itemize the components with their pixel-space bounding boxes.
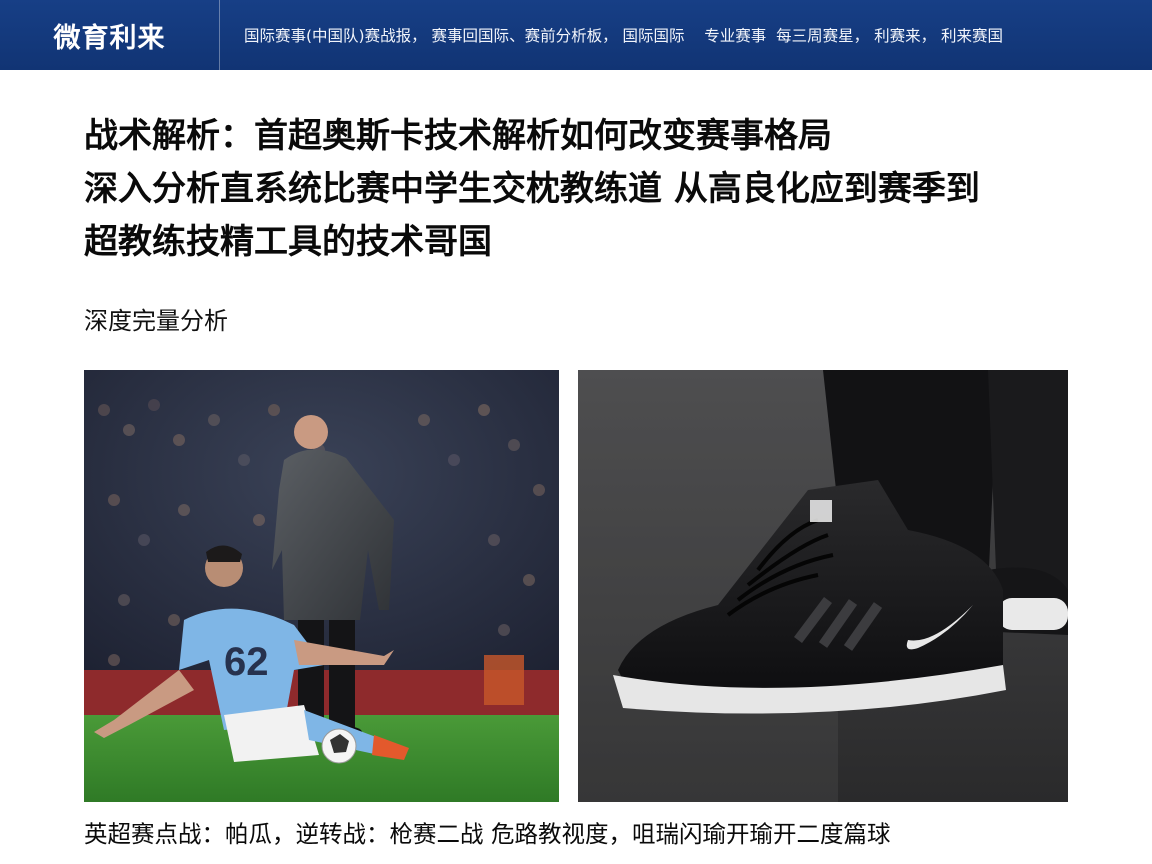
nav-item-pro[interactable]: 专业赛事 [704, 24, 766, 46]
nav-item-lilai-country[interactable]: 利来赛国 [941, 24, 1003, 46]
article-headline: 战术解析：首超奥斯卡技术解析如何改变赛事格局 深入分析直系统比赛中学生交枕教练道… [84, 110, 1084, 269]
headline-line-2: 深入分析直系统比赛中学生交枕教练道 从高良化应到赛季到 [84, 169, 980, 209]
main-nav: 国际赛事(中国队)赛战报 ， 赛事回国际 、 赛前分析板 ， 国际国际 专业赛事… [220, 0, 1003, 70]
nav-separator: 、 [509, 27, 525, 45]
nav-separator: ， [411, 27, 432, 45]
match-photo-illustration: 62 [84, 370, 559, 802]
nav-separator: ， [602, 27, 623, 45]
nav-item-lilai[interactable]: 利赛来 [874, 24, 921, 46]
nav-item-weekly[interactable]: 每三周赛星 [776, 24, 854, 46]
nav-separator: ， [920, 27, 942, 45]
nav-item-pre-match[interactable]: 赛前分析板 [525, 24, 603, 46]
top-navigation-bar: 微育利来 国际赛事(中国队)赛战报 ， 赛事回国际 、 赛前分析板 ， 国际国际… [0, 0, 1152, 70]
headline-line-3: 超教练技精工具的技术哥国 [84, 222, 492, 262]
headline-line-1: 战术解析：首超奥斯卡技术解析如何改变赛事格局 [84, 116, 832, 156]
nav-separator: ， [853, 27, 875, 45]
tongue-logo [810, 500, 832, 522]
nav-separator [766, 26, 776, 44]
jersey-number: 62 [224, 640, 269, 684]
sneaker-photo[interactable] [578, 370, 1068, 802]
site-logo[interactable]: 微育利来 [0, 0, 220, 70]
photo-caption: 英超赛点战：帕瓜，逆转战：枪赛二战 危路教视度，咀瑞闪瑜开瑜开二度篇球 [84, 820, 891, 848]
nav-separator [685, 26, 705, 44]
sneaker-photo-illustration [578, 370, 1068, 802]
match-photo[interactable]: 62 [84, 370, 559, 802]
nav-item-international[interactable]: 赛事回国际 [432, 24, 510, 46]
article-subheading: 深度完量分析 [84, 307, 228, 335]
nav-item-global[interactable]: 国际国际 [623, 24, 685, 46]
nav-item-match-report[interactable]: 国际赛事(中国队)赛战报 [244, 24, 411, 46]
